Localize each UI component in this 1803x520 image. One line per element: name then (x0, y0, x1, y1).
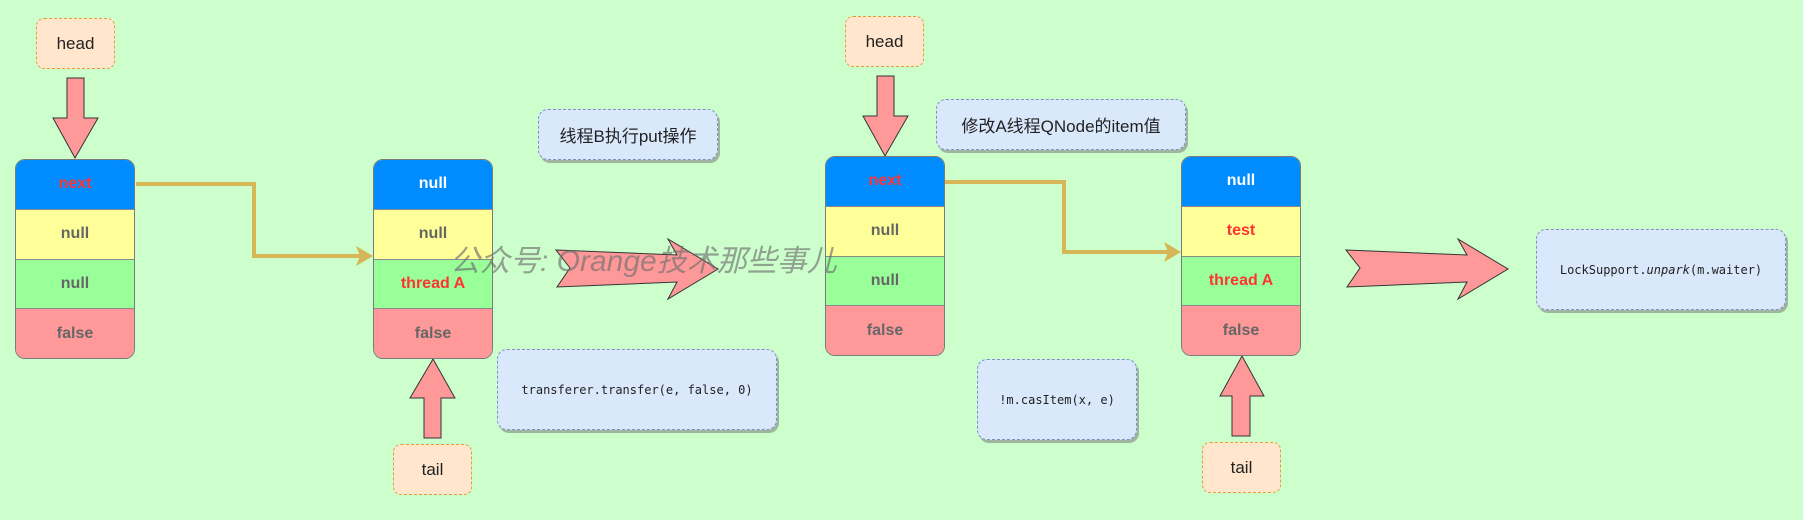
node-field-isdata: false (16, 309, 134, 358)
step1-code: transferer.transfer(e, false, 0) (497, 349, 777, 430)
node-field-next: next (16, 160, 134, 210)
note-text: 线程B执行put操作 (559, 127, 697, 146)
node-field-item: test (1182, 206, 1300, 257)
code-prefix: LockSupport. (1559, 262, 1647, 277)
step2-code: !m.casItem(x, e) (977, 359, 1137, 440)
code-text: transferer.transfer(e, false, 0) (521, 382, 753, 397)
node-field-waiter: thread A (1182, 256, 1300, 307)
node-field-waiter: null (826, 256, 944, 307)
node-field-isdata: false (374, 309, 492, 358)
step1-label: 线程B执行put操作 (538, 109, 718, 160)
tail-pointer-2: tail (1202, 442, 1281, 493)
head-arrow-2 (862, 75, 909, 158)
qnode-3: next null null false (825, 156, 945, 356)
code-method: unpark (1646, 262, 1690, 277)
head-arrow-1 (52, 77, 99, 160)
pointer-label: tail (421, 459, 444, 479)
tail-pointer-1: tail (393, 444, 472, 495)
next-connector-2 (944, 180, 1168, 254)
node-field-item: null (826, 206, 944, 257)
qnode-1: next null null false (15, 159, 135, 359)
note-text: 修改A线程QNode的item值 (961, 117, 1161, 136)
node-field-waiter: null (16, 259, 134, 310)
code-text: !m.casItem(x, e) (999, 392, 1115, 407)
step-arrow-2 (1344, 237, 1509, 301)
tail-arrow-1 (409, 357, 456, 439)
tail-arrow-2 (1219, 354, 1265, 437)
pointer-label: tail (1230, 457, 1253, 477)
step3-code: LockSupport.unpark(m.waiter) (1536, 229, 1786, 310)
qnode-4: null test thread Afalse (1181, 156, 1301, 356)
code-suffix: (m.waiter) (1689, 262, 1763, 277)
head-pointer-2: head (845, 16, 924, 67)
node-field-next: next (826, 157, 944, 207)
step2-label: 修改A线程QNode的item值 (936, 99, 1186, 150)
node-field-isdata: false (826, 306, 944, 355)
watermark: 公众号: Orange技术那些事儿 (450, 245, 837, 278)
node-field-next: null (1182, 157, 1300, 207)
node-field-isdata: false (1182, 306, 1300, 355)
node-field-item: null (16, 209, 134, 260)
next-connector-1 (136, 182, 360, 258)
node-field-next: null (374, 160, 492, 210)
head-pointer-1: head (36, 18, 115, 69)
code-text: LockSupport.unpark(m.waiter) (1560, 263, 1762, 277)
pointer-label: head (865, 31, 904, 51)
pointer-label: head (56, 33, 95, 53)
